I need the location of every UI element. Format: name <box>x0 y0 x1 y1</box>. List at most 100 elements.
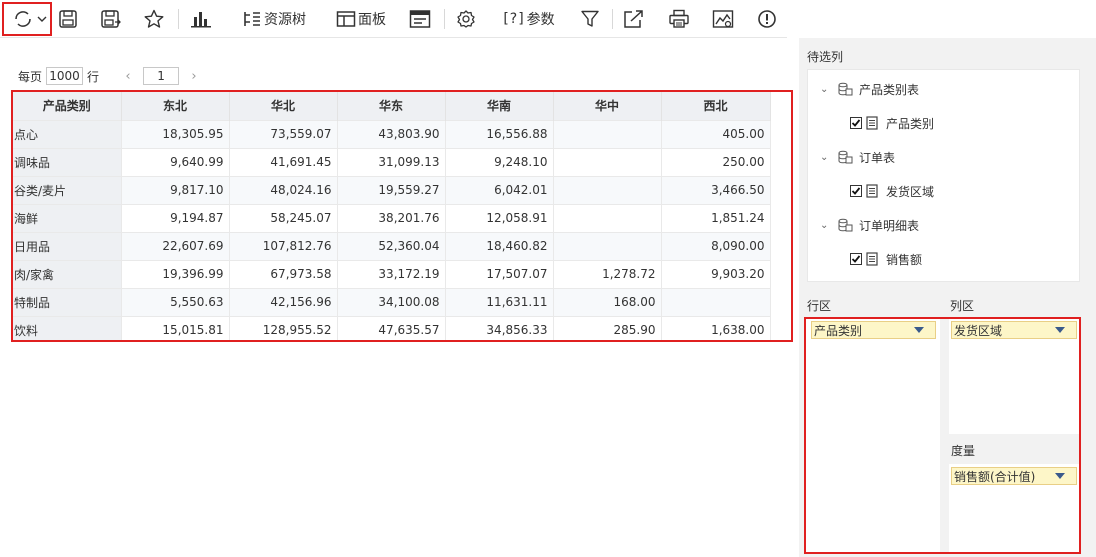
settings-button[interactable] <box>454 6 478 32</box>
field-icon <box>866 116 878 130</box>
table-row: 海鲜 9,194.87 58,245.07 38,201.76 12,058.9… <box>13 203 771 232</box>
row-header[interactable]: 特制品 <box>13 287 122 316</box>
crosstab-table: 产品类别 东北 华北 华东 华南 华中 西北 点心 18,305.95 73,5… <box>11 90 793 342</box>
check-icon <box>851 119 861 127</box>
table-cell: 1,638.00 <box>661 315 771 340</box>
table-cell: 1,851.24 <box>661 203 771 232</box>
report-icon <box>409 10 431 28</box>
field-checkbox[interactable] <box>850 253 862 265</box>
column-header[interactable]: 东北 <box>121 92 230 120</box>
export-button[interactable] <box>622 6 646 32</box>
tree-field-ship-region[interactable]: 发货区域 <box>850 182 934 200</box>
row-field-pill[interactable]: 产品类别 <box>811 321 936 339</box>
table-cell: 250.00 <box>661 147 771 176</box>
resource-tree-button[interactable]: 资源树 <box>234 6 314 32</box>
print-button[interactable] <box>667 6 691 32</box>
report-view-button[interactable] <box>408 6 432 32</box>
table-cell <box>553 147 662 176</box>
column-zone-title: 列区 <box>950 299 975 313</box>
page-number-input[interactable] <box>143 67 180 85</box>
table-row: 调味品 9,640.99 41,691.45 31,099.13 9,248.1… <box>13 147 771 176</box>
tree-group-order-details-table[interactable]: ⌄ 订单明细表 <box>820 216 919 234</box>
chart-button[interactable] <box>189 6 213 32</box>
zone-divider <box>940 319 949 552</box>
row-header[interactable]: 饮料 <box>13 315 122 340</box>
table-cell: 67,973.58 <box>229 259 338 288</box>
chart-export-button[interactable] <box>711 6 735 32</box>
column-header[interactable]: 华北 <box>229 92 338 120</box>
table-cell: 405.00 <box>661 119 771 148</box>
dropdown-triangle-icon[interactable] <box>1055 327 1065 333</box>
parameters-label: 参数 <box>526 12 555 28</box>
save-button[interactable] <box>56 6 80 32</box>
column-field-label: 发货区域 <box>954 323 1003 338</box>
prev-page-button[interactable]: ‹ <box>121 69 135 84</box>
column-header[interactable]: 产品类别 <box>13 92 122 120</box>
table-cell: 9,640.99 <box>121 147 230 176</box>
table-cell: 168.00 <box>553 287 662 316</box>
parameters-button[interactable]: [?] 参数 <box>495 6 563 32</box>
table-header-row: 产品类别 东北 华北 华东 华南 华中 西北 <box>13 92 771 120</box>
measure-drop-zone[interactable]: 销售额(合计值) <box>949 464 1079 552</box>
table-cell: 18,305.95 <box>121 119 230 148</box>
column-header[interactable]: 华东 <box>337 92 446 120</box>
info-button[interactable] <box>755 6 779 32</box>
row-header[interactable]: 调味品 <box>13 147 122 176</box>
column-header[interactable]: 华中 <box>553 92 662 120</box>
tree-group-label: 订单表 <box>859 150 896 165</box>
row-header[interactable]: 肉/家禽 <box>13 259 122 288</box>
row-header[interactable]: 日用品 <box>13 231 122 260</box>
page-size-input[interactable] <box>46 67 84 85</box>
tree-field-sales-amount[interactable]: 销售额 <box>850 250 922 268</box>
row-header[interactable]: 谷类/麦片 <box>13 175 122 204</box>
chevron-down-icon[interactable]: ⌄ <box>820 84 830 95</box>
toolbar: 资源树 面板 [?] 参数 <box>0 0 787 38</box>
panel-label: 面板 <box>358 12 386 28</box>
row-header[interactable]: 点心 <box>13 119 122 148</box>
table-cell <box>661 287 771 316</box>
layout-panel-icon <box>336 11 356 27</box>
table-cell: 58,245.07 <box>229 203 338 232</box>
column-header[interactable]: 华南 <box>445 92 554 120</box>
table-row: 日用品 22,607.69 107,812.76 52,360.04 18,46… <box>13 231 771 260</box>
column-header[interactable]: 西北 <box>661 92 771 120</box>
chevron-down-icon[interactable]: ⌄ <box>820 152 830 163</box>
dropdown-triangle-icon[interactable] <box>914 327 924 333</box>
alert-icon <box>758 10 776 28</box>
refresh-button[interactable] <box>8 6 50 32</box>
column-field-pill[interactable]: 发货区域 <box>951 321 1077 339</box>
chevron-down-icon[interactable]: ⌄ <box>820 220 830 231</box>
table-row: 特制品 5,550.63 42,156.96 34,100.08 11,631.… <box>13 287 771 316</box>
tree-group-product-category-table[interactable]: ⌄ 产品类别表 <box>820 80 919 98</box>
table-cell: 11,631.11 <box>445 287 554 316</box>
rows-label: 行 <box>87 69 100 84</box>
favorite-button[interactable] <box>142 6 166 32</box>
star-icon <box>144 9 164 28</box>
next-page-button[interactable]: › <box>187 69 201 84</box>
table-cell: 5,550.63 <box>121 287 230 316</box>
row-zone-title: 行区 <box>807 299 832 313</box>
tree-group-orders-table[interactable]: ⌄ 订单表 <box>820 148 895 166</box>
field-checkbox[interactable] <box>850 185 862 197</box>
table-cell: 16,556.88 <box>445 119 554 148</box>
table-cell: 48,024.16 <box>229 175 338 204</box>
row-drop-zone[interactable]: 产品类别 <box>808 319 940 552</box>
save-as-button[interactable] <box>99 6 123 32</box>
filter-button[interactable] <box>578 6 602 32</box>
panel-button[interactable]: 面板 <box>330 6 392 32</box>
tree-group-label: 订单明细表 <box>859 218 920 233</box>
field-checkbox[interactable] <box>850 117 862 129</box>
measure-field-pill[interactable]: 销售额(合计值) <box>951 467 1077 485</box>
check-icon <box>851 187 861 195</box>
tree-field-product-category[interactable]: 产品类别 <box>850 114 934 132</box>
row-header[interactable]: 海鲜 <box>13 203 122 232</box>
column-drop-zone[interactable]: 发货区域 <box>949 319 1079 434</box>
data-table: 产品类别 东北 华北 华东 华南 华中 西北 点心 18,305.95 73,5… <box>13 92 771 340</box>
row-field-label: 产品类别 <box>814 323 863 338</box>
dropdown-triangle-icon[interactable] <box>1055 473 1065 479</box>
table-cell: 41,691.45 <box>229 147 338 176</box>
printer-icon <box>669 9 689 28</box>
table-cell: 9,194.87 <box>121 203 230 232</box>
table-cell: 19,396.99 <box>121 259 230 288</box>
export-icon <box>624 10 643 28</box>
